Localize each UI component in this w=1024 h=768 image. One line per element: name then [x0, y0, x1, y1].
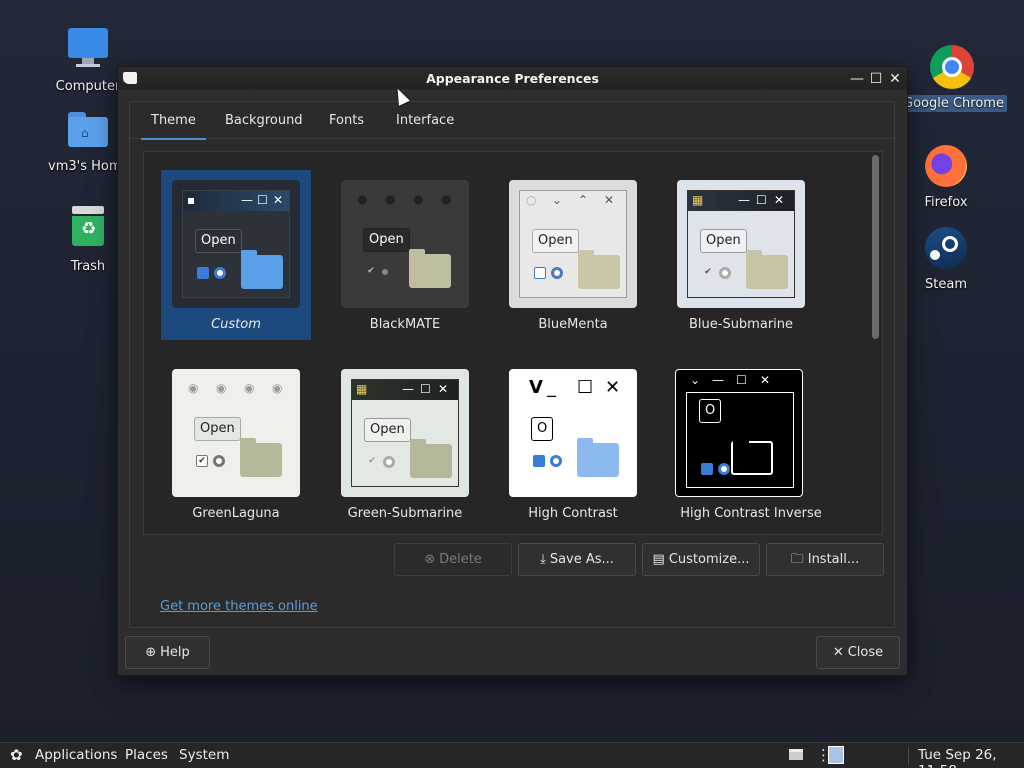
theme-preview: ▦ — ☐ ✕ Open ✔	[677, 180, 805, 308]
taskbar: ✿ Applications Places System ⋮ Tue Sep 2…	[0, 742, 1024, 768]
document-icon: ▤	[652, 552, 665, 567]
tabs-frame: Theme Background Fonts Interface ▪ — ☐ ✕	[129, 101, 895, 628]
desktop-icon-label: Computer	[55, 79, 121, 94]
firefox-icon	[922, 142, 970, 190]
install-button[interactable]: 🗀 Install...	[766, 543, 884, 576]
workspace-switcher[interactable]	[828, 746, 844, 764]
maximize-button[interactable]: ☐	[867, 70, 885, 88]
close-button[interactable]: ✕ Close	[816, 636, 900, 669]
theme-preview: ○ ⌄ ⌃ ✕ Open	[509, 180, 637, 308]
close-icon: ✕	[832, 645, 844, 660]
tab-interface[interactable]: Interface	[396, 113, 454, 128]
theme-preview: ● ● ● ● Open ✔	[341, 180, 469, 308]
trash-icon: ♻	[64, 206, 112, 254]
desktop-icon-label: Trash	[70, 259, 106, 274]
theme-name: Green-Submarine	[347, 506, 463, 521]
gnome-foot-icon[interactable]: ✿	[10, 746, 23, 764]
desktop-icon-label: Steam	[925, 277, 967, 292]
close-window-button[interactable]: ✕	[886, 70, 904, 88]
chrome-icon	[928, 43, 976, 91]
theme-item-bluementa[interactable]: ○ ⌄ ⌃ ✕ Open BlueMenta	[498, 170, 648, 340]
show-desktop-icon[interactable]	[789, 749, 803, 760]
theme-name: Blue-Submarine	[688, 317, 794, 332]
help-icon: ⊕	[145, 645, 157, 660]
customize-button[interactable]: ▤ Customize...	[642, 543, 760, 576]
tray-separator	[908, 747, 909, 765]
tab-fonts[interactable]: Fonts	[329, 113, 364, 128]
minimize-button[interactable]: —	[848, 70, 866, 88]
steam-icon	[922, 224, 970, 272]
theme-list-scrollbar[interactable]	[872, 155, 879, 339]
delete-icon: ⊗	[424, 552, 436, 567]
theme-item-high-contrast-inverse[interactable]: O ⌄ — ☐ ✕ High Contrast Inverse	[666, 359, 836, 529]
help-button[interactable]: ⊕ Help	[125, 636, 210, 669]
tab-theme[interactable]: Theme	[141, 113, 206, 140]
theme-name: High Contrast	[528, 506, 618, 521]
appearance-preferences-window: Appearance Preferences — ☐ ✕ Theme Backg…	[117, 66, 908, 676]
theme-list[interactable]: ▪ — ☐ ✕ Open Custom ● ● ● ● Open ✔ Black…	[143, 151, 883, 535]
download-icon: ⤓	[540, 552, 546, 567]
theme-item-blue-submarine[interactable]: ▦ — ☐ ✕ Open ✔ Blue-Submarine	[666, 170, 816, 340]
theme-preview: V _ ☐ ✕ O	[509, 369, 637, 497]
theme-item-greenlaguna[interactable]: ◉ ◉ ◉ ◉ Open ✔ GreenLaguna	[161, 359, 311, 529]
theme-name: High Contrast Inverse	[680, 506, 822, 521]
theme-preview: ▦ — ☐ ✕ Open ✔	[341, 369, 469, 497]
theme-name: BlackMATE	[369, 317, 441, 332]
theme-item-green-submarine[interactable]: ▦ — ☐ ✕ Open ✔ Green-Submarine	[330, 359, 480, 529]
tab-bar: Theme Background Fonts Interface	[130, 102, 894, 140]
theme-name: BlueMenta	[538, 317, 608, 332]
desktop-icon-steam[interactable]: Steam	[903, 224, 989, 293]
window-title: Appearance Preferences	[426, 71, 599, 86]
clock[interactable]: Tue Sep 26, 11:58	[918, 747, 1024, 768]
applications-menu[interactable]: Applications	[35, 747, 117, 763]
delete-button[interactable]: ⊗ Delete	[394, 543, 512, 576]
theme-name: Custom	[211, 317, 261, 332]
desktop-icon-label: Firefox	[924, 195, 968, 210]
desktop-icon-chrome[interactable]: Google Chrome	[900, 43, 1007, 112]
theme-preview: ◉ ◉ ◉ ◉ Open ✔	[172, 369, 300, 497]
places-menu[interactable]: Places	[125, 747, 168, 763]
theme-item-custom[interactable]: ▪ — ☐ ✕ Open Custom	[161, 170, 311, 340]
save-as-button[interactable]: ⤓ Save As...	[518, 543, 636, 576]
theme-preview: ▪ — ☐ ✕ Open	[172, 180, 300, 308]
monitor-icon	[64, 26, 112, 74]
get-more-themes-link[interactable]: Get more themes online	[160, 599, 318, 614]
system-menu[interactable]: System	[179, 747, 229, 763]
theme-item-high-contrast[interactable]: V _ ☐ ✕ O High Contrast	[498, 359, 648, 529]
desktop-icon-firefox[interactable]: Firefox	[903, 142, 989, 211]
window-titlebar[interactable]: Appearance Preferences — ☐ ✕	[118, 67, 907, 91]
theme-name: GreenLaguna	[192, 506, 280, 521]
home-folder-icon: ⌂	[64, 106, 112, 154]
theme-item-blackmate[interactable]: ● ● ● ● Open ✔ BlackMATE	[330, 170, 480, 340]
tab-background[interactable]: Background	[225, 113, 303, 128]
folder-open-icon: 🗀	[790, 552, 804, 567]
theme-preview: O ⌄ — ☐ ✕	[675, 369, 803, 497]
desktop-icon-label: Google Chrome	[900, 95, 1007, 112]
